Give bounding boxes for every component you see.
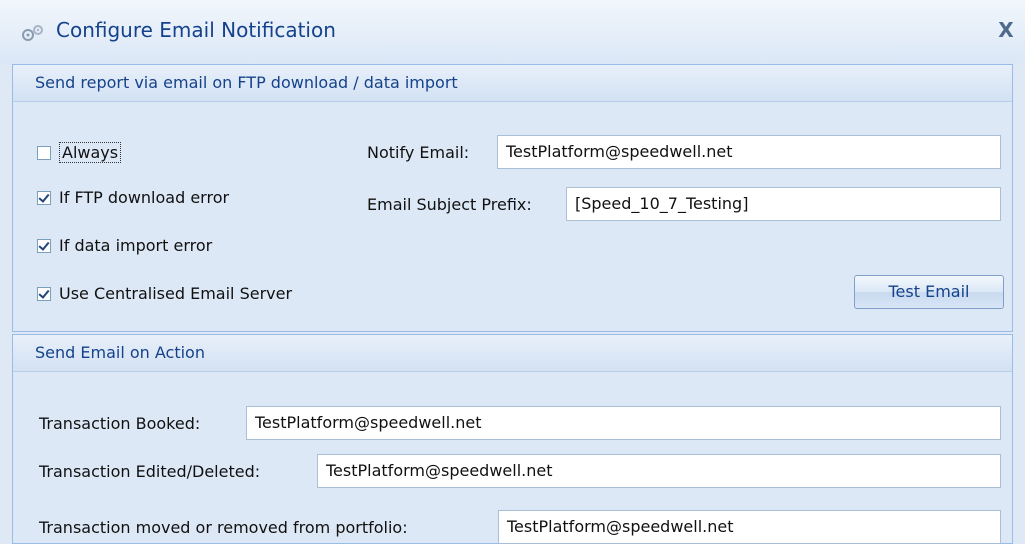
- action-section-title: Send Email on Action: [35, 343, 205, 362]
- always-checkbox-box[interactable]: [37, 145, 51, 160]
- ftp-error-checkbox[interactable]: If FTP download error: [37, 188, 229, 207]
- action-section: Send Email on Action Transaction Booked:…: [12, 334, 1013, 544]
- transaction-booked-field[interactable]: TestPlatform@speedwell.net: [246, 406, 1001, 440]
- report-section-header: Send report via email on FTP download / …: [13, 65, 1012, 102]
- transaction-booked-label: Transaction Booked:: [39, 414, 201, 433]
- dialog-window: Configure Email Notification X Send repo…: [0, 0, 1025, 544]
- centralised-server-checkbox[interactable]: Use Centralised Email Server: [37, 284, 292, 303]
- close-button[interactable]: X: [995, 18, 1017, 42]
- notify-email-label: Notify Email:: [367, 143, 470, 162]
- import-error-checkbox-label: If data import error: [59, 236, 213, 255]
- import-error-checkbox-box[interactable]: [37, 238, 51, 253]
- transaction-edited-label: Transaction Edited/Deleted:: [39, 462, 261, 481]
- notify-email-field[interactable]: TestPlatform@speedwell.net: [497, 135, 1001, 169]
- action-section-header: Send Email on Action: [13, 335, 1012, 372]
- test-email-button[interactable]: Test Email: [854, 275, 1004, 309]
- subject-prefix-label: Email Subject Prefix:: [367, 195, 532, 214]
- transaction-moved-field[interactable]: TestPlatform@speedwell.net: [498, 510, 1001, 544]
- title-bar: Configure Email Notification X: [0, 0, 1025, 64]
- always-checkbox-label: Always: [59, 142, 122, 163]
- report-section: Send report via email on FTP download / …: [12, 64, 1013, 332]
- centralised-server-checkbox-label: Use Centralised Email Server: [59, 284, 293, 303]
- import-error-checkbox[interactable]: If data import error: [37, 236, 212, 255]
- transaction-moved-label: Transaction moved or removed from portfo…: [39, 518, 408, 537]
- gears-icon: [22, 25, 43, 41]
- report-section-title: Send report via email on FTP download / …: [35, 73, 458, 92]
- subject-prefix-field[interactable]: [Speed_10_7_Testing]: [566, 187, 1001, 221]
- always-checkbox[interactable]: Always: [37, 142, 122, 163]
- centralised-server-checkbox-box[interactable]: [37, 286, 51, 301]
- transaction-edited-field[interactable]: TestPlatform@speedwell.net: [317, 454, 1001, 488]
- ftp-error-checkbox-box[interactable]: [37, 190, 51, 205]
- ftp-error-checkbox-label: If FTP download error: [59, 188, 230, 207]
- dialog-title: Configure Email Notification: [56, 18, 336, 42]
